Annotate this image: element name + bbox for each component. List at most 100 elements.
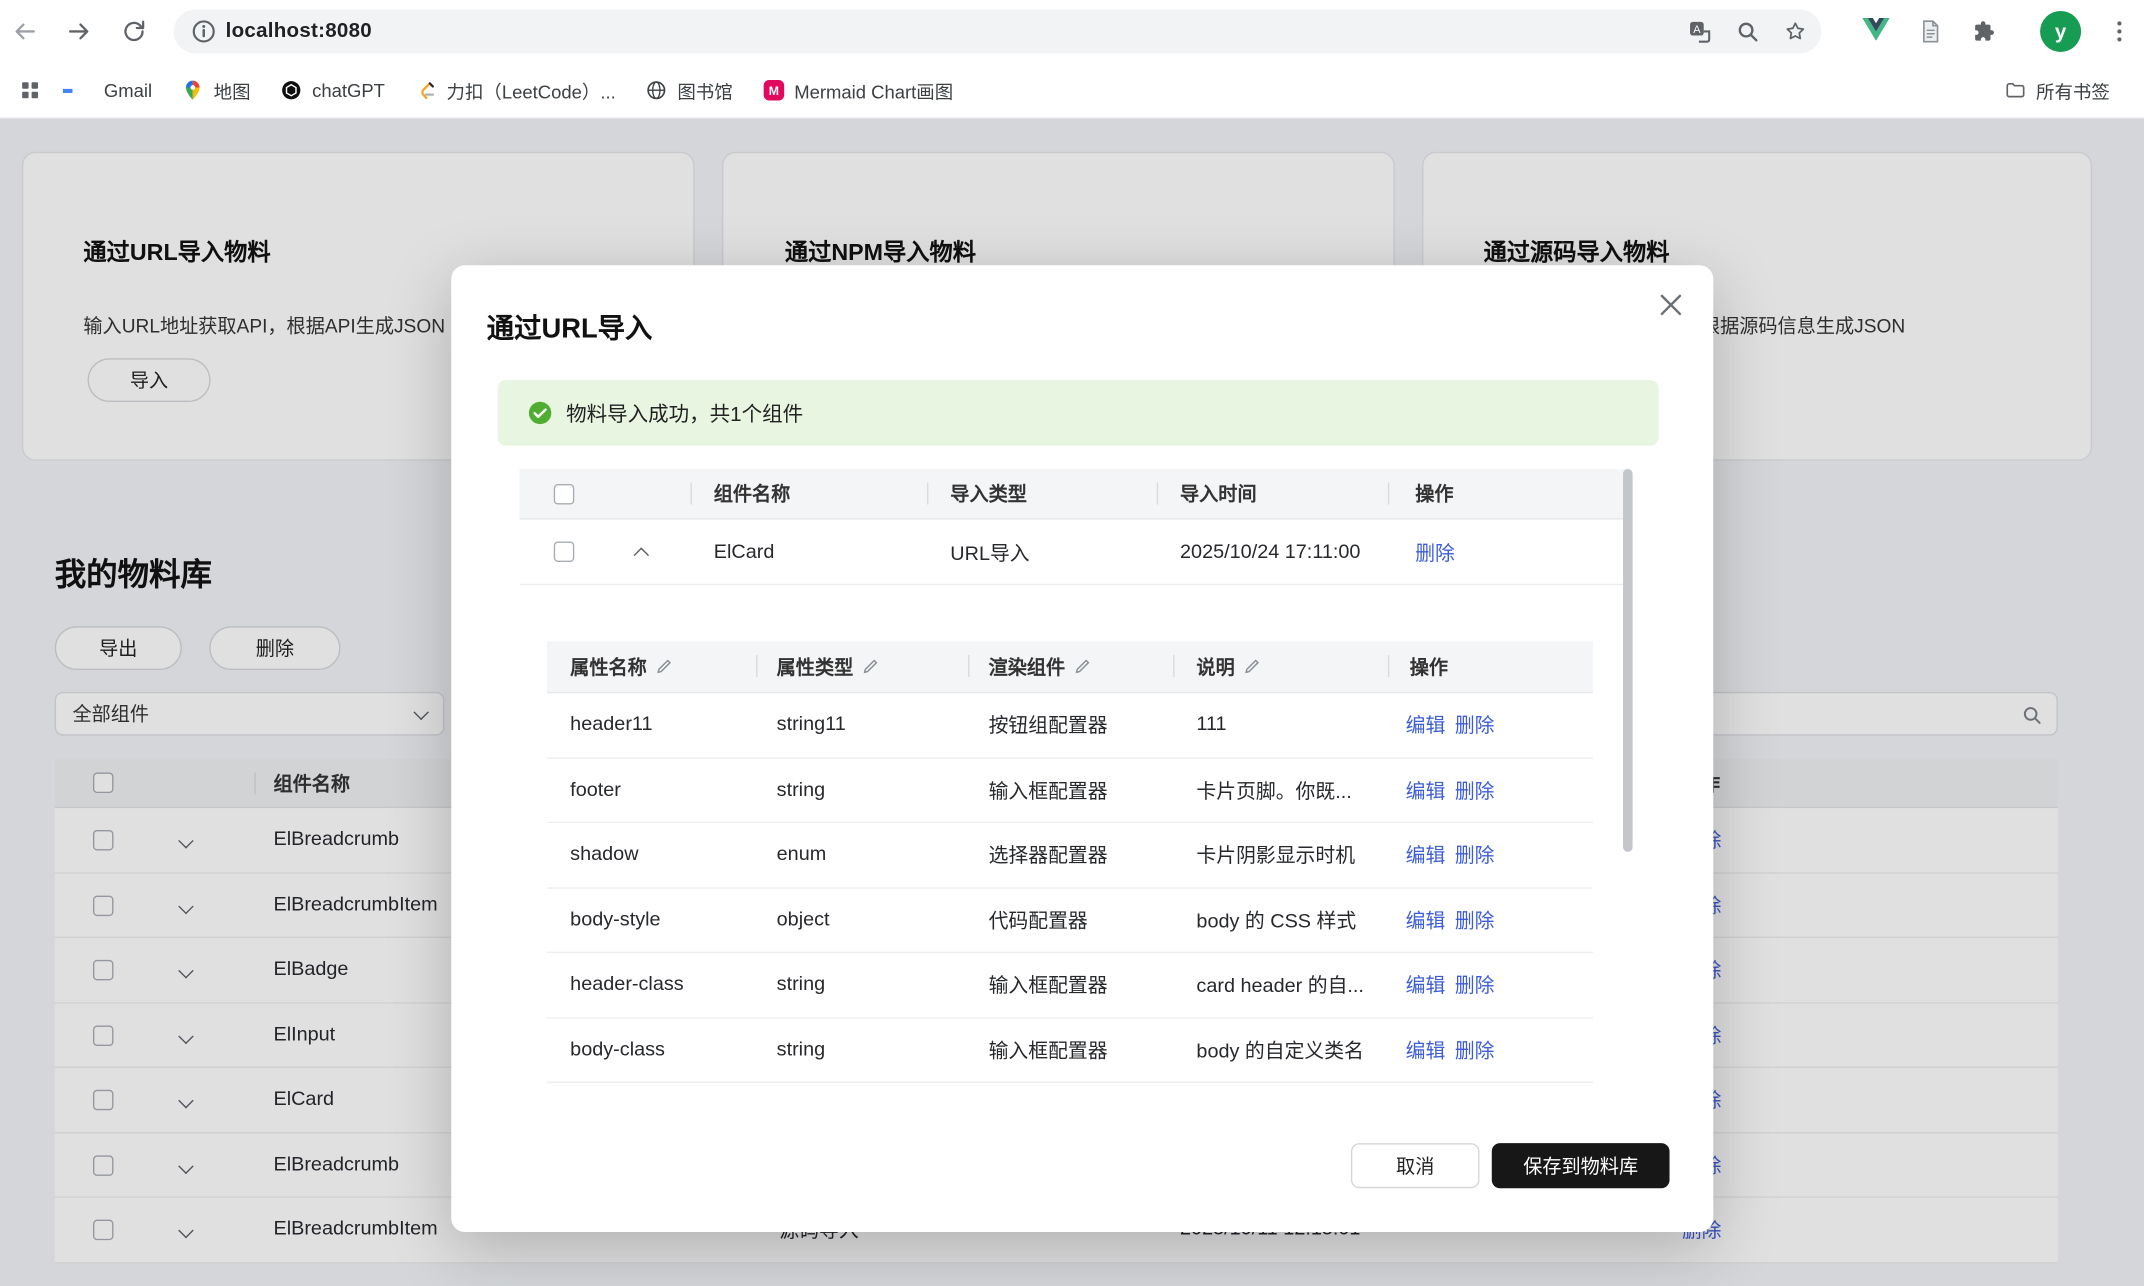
refresh-button[interactable] [120,18,147,45]
bookmark-label: chatGPT [312,80,385,101]
prop-type: string [777,779,825,801]
maps-pin-icon [182,79,204,101]
edit-link[interactable]: 编辑 [1406,906,1446,935]
bookmark-maps[interactable]: 地图 [167,71,265,109]
edit-pencil-icon [655,658,673,676]
import-type: URL导入 [950,537,1029,566]
column-header: 操作 [1410,653,1448,680]
bookmark-label: Mermaid Chart画图 [794,77,953,104]
column-header: 导入类型 [950,480,1027,507]
table-header-row: 组件名称 导入类型 导入时间 操作 [520,469,1628,520]
delete-link[interactable]: 删除 [1455,970,1495,999]
edit-pencil-icon [1243,658,1261,676]
prop-renderer: 按钮组配置器 [989,711,1108,740]
success-check-icon [528,401,553,426]
prop-desc: body 的自定义类名 [1196,1035,1363,1064]
bookmark-library[interactable]: 图书馆 [631,71,748,109]
prop-type: object [777,909,830,931]
address-bar[interactable]: localhost:8080 A [174,10,1822,54]
prop-renderer: 输入框配置器 [989,1035,1108,1064]
modal-scrollbar[interactable] [1623,469,1633,852]
browser-menu-icon[interactable] [2106,18,2133,45]
forward-button[interactable] [66,18,93,45]
browser-toolbar: localhost:8080 A y [0,0,2144,63]
svg-text:M: M [769,84,779,98]
close-icon[interactable] [1656,290,1686,320]
delete-link[interactable]: 删除 [1455,841,1495,870]
column-header: 属性类型 [777,653,880,680]
delete-link[interactable]: 删除 [1415,537,1455,566]
bookmark-star-icon[interactable] [1783,19,1808,44]
select-all-checkbox[interactable] [554,484,575,505]
prop-desc: body 的 CSS 样式 [1196,906,1356,935]
browser-window: localhost:8080 A y [0,0,2144,1286]
bookmarks-bar: Gmail 地图 chatGPT [0,63,2144,119]
site-info-icon[interactable] [191,19,216,44]
column-header: 导入时间 [1180,480,1257,507]
cancel-button[interactable]: 取消 [1351,1143,1480,1188]
imported-component-table: 组件名称 导入类型 导入时间 操作 ElCard URL导入 2025/10/2… [520,469,1628,585]
bookmark-label: 图书馆 [677,77,732,104]
translate-icon[interactable]: A [1687,19,1712,44]
bookmark-label: 力扣（LeetCode）... [447,77,616,104]
delete-link[interactable]: 删除 [1455,906,1495,935]
edit-link[interactable]: 编辑 [1406,776,1446,805]
folder-icon [2005,79,2027,101]
modal-title: 通过URL导入 [487,306,653,346]
row-checkbox[interactable] [554,541,575,562]
vue-devtools-extension-icon[interactable] [1862,18,1889,45]
props-table: 属性名称 属性类型 渲染组件 说明 [547,641,1593,1083]
edit-link[interactable]: 编辑 [1406,1035,1446,1064]
chevron-up-icon[interactable] [634,547,649,562]
bookmark-leetcode[interactable]: 力扣（LeetCode）... [400,71,631,109]
edit-pencil-icon [1073,658,1091,676]
table-row: ElCard URL导入 2025/10/24 17:11:00 删除 [520,520,1628,586]
table-row: header-class string 输入框配置器 card header 的… [547,953,1593,1018]
back-button[interactable] [11,18,38,45]
alert-text: 物料导入成功，共1个组件 [566,399,803,428]
table-row: shadow enum 选择器配置器 卡片阴影显示时机 编辑 删除 [547,823,1593,888]
prop-renderer: 代码配置器 [989,906,1088,935]
page-content: 通过URL导入物料 输入URL地址获取API，根据API生成JSON 导入 通过… [0,119,2144,1286]
component-name: ElCard [714,541,775,563]
prop-name: shadow [570,844,638,866]
table-row: header11 string11 按钮组配置器 111 编辑 删除 [547,693,1593,758]
save-to-library-button[interactable]: 保存到物料库 [1492,1143,1670,1188]
svg-text:A: A [1693,24,1701,36]
extensions-puzzle-icon[interactable] [1972,18,1999,45]
column-header: 渲染组件 [989,653,1092,680]
edit-link[interactable]: 编辑 [1406,711,1446,740]
bookmark-label: Gmail [104,80,152,101]
prop-desc: 卡片阴影显示时机 [1196,841,1355,870]
prop-name: footer [570,779,621,801]
edit-link[interactable]: 编辑 [1406,841,1446,870]
gmail-icon [72,79,94,101]
bookmark-chatgpt[interactable]: chatGPT [266,71,400,109]
apps-grid-icon[interactable] [19,79,41,101]
column-header: 组件名称 [714,480,791,507]
prop-renderer: 选择器配置器 [989,841,1108,870]
document-extension-icon[interactable] [1917,18,1944,45]
delete-link[interactable]: 删除 [1455,776,1495,805]
delete-link[interactable]: 删除 [1455,711,1495,740]
prop-type: string11 [777,714,846,736]
edit-link[interactable]: 编辑 [1406,970,1446,999]
bookmark-mermaid[interactable]: M Mermaid Chart画图 [748,71,969,109]
all-bookmarks-label: 所有书签 [2036,77,2110,104]
table-row: body-class string 输入框配置器 body 的自定义类名 编辑 … [547,1018,1593,1083]
profile-avatar[interactable]: y [2040,11,2081,52]
table-row: body-style object 代码配置器 body 的 CSS 样式 编辑… [547,888,1593,953]
edit-pencil-icon [861,658,879,676]
delete-link[interactable]: 删除 [1455,1035,1495,1064]
prop-name: body-class [570,1039,665,1061]
prop-renderer: 输入框配置器 [989,776,1108,805]
url-text: localhost:8080 [226,19,372,42]
import-time: 2025/10/24 17:11:00 [1180,541,1360,563]
table-header-row: 属性名称 属性类型 渲染组件 说明 [547,641,1593,693]
prop-name: header11 [570,714,652,736]
zoom-icon[interactable] [1735,19,1760,44]
url-import-modal: 通过URL导入 物料导入成功，共1个组件 组件名称 导入类型 [451,265,1713,1232]
all-bookmarks-button[interactable]: 所有书签 [1989,71,2124,109]
prop-renderer: 输入框配置器 [989,970,1108,999]
bookmark-gmail[interactable]: Gmail [57,71,167,109]
